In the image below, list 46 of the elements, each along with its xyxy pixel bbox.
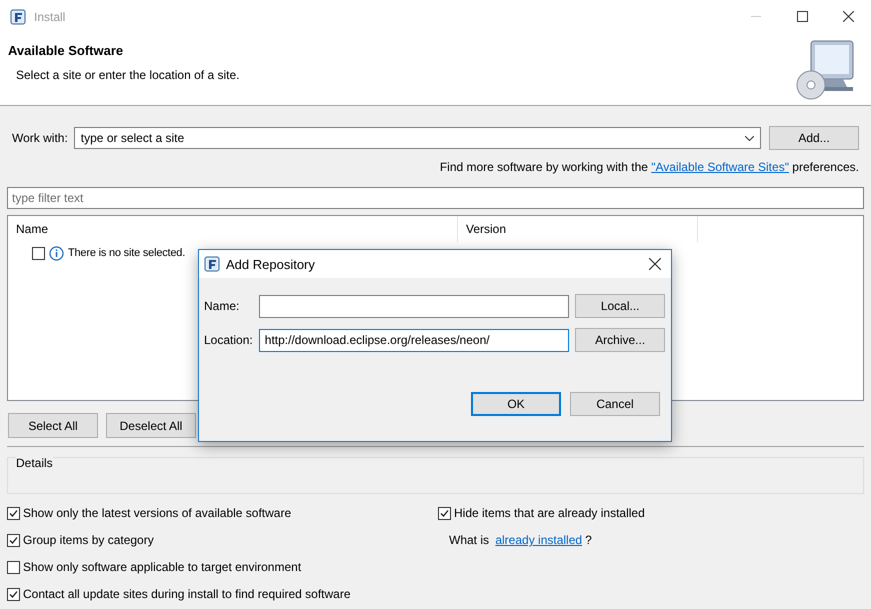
close-icon[interactable] bbox=[842, 11, 854, 22]
installed-link[interactable]: already installed bbox=[495, 533, 582, 547]
hint-text: Find more software by working with the bbox=[440, 160, 649, 174]
dialog-button[interactable]: Cancel bbox=[570, 392, 660, 416]
option-label: Contact all update sites during install to find required software bbox=[23, 587, 351, 601]
maximize-icon[interactable] bbox=[796, 11, 808, 22]
option-label: Hide items that are already installed bbox=[454, 506, 645, 520]
info-icon bbox=[49, 246, 64, 260]
sites-link[interactable]: "Available Software Sites" bbox=[651, 160, 789, 174]
site-combo-box[interactable]: type or select a site bbox=[74, 127, 761, 149]
option-label: Show only the latest versions of available software bbox=[23, 506, 292, 520]
dialog-title: Add Repository bbox=[226, 256, 316, 272]
page-title: Available Software bbox=[8, 43, 124, 58]
browse-button[interactable]: Local... bbox=[575, 294, 665, 318]
text-field[interactable]: http://download.eclipse.org/releases/neon/ bbox=[258, 328, 570, 352]
dialog-button[interactable]: OK bbox=[471, 392, 561, 416]
hint-text: preferences. bbox=[791, 160, 859, 174]
column-header[interactable]: Name bbox=[8, 216, 458, 242]
app-icon bbox=[10, 8, 26, 24]
question-text: ? bbox=[585, 533, 592, 547]
option-label: Show only software applicable to target environment bbox=[23, 560, 302, 574]
field-label: Name: bbox=[204, 299, 240, 313]
close-icon[interactable] bbox=[649, 258, 661, 270]
checkbox[interactable] bbox=[7, 534, 20, 546]
checkbox[interactable] bbox=[7, 506, 20, 520]
option-label: Group items by category bbox=[23, 533, 154, 547]
filter-field[interactable]: type filter text bbox=[7, 187, 864, 209]
details-label: Details bbox=[16, 456, 53, 470]
question-text: What is bbox=[449, 533, 490, 547]
text-field[interactable] bbox=[258, 294, 570, 318]
checkbox[interactable] bbox=[32, 246, 45, 260]
checkbox[interactable] bbox=[438, 506, 451, 520]
add-button[interactable]: Add... bbox=[769, 126, 859, 150]
app-icon bbox=[204, 256, 220, 272]
window-title: Install bbox=[34, 10, 66, 24]
select-button[interactable]: Select All bbox=[8, 413, 98, 438]
checkbox[interactable] bbox=[7, 560, 20, 574]
tree-item-text[interactable]: There is no site selected. bbox=[68, 247, 186, 259]
browse-button[interactable]: Archive... bbox=[575, 328, 665, 352]
work-with-label: Work with: bbox=[12, 131, 68, 145]
checkbox[interactable] bbox=[7, 588, 20, 600]
column-header[interactable]: Version bbox=[458, 216, 698, 242]
dropdown-caret-icon[interactable] bbox=[745, 136, 754, 140]
field-label: Location: bbox=[204, 333, 254, 347]
page-subtitle: Select a site or enter the location of a site. bbox=[15, 68, 240, 82]
select-button[interactable]: Deselect All bbox=[106, 413, 196, 438]
